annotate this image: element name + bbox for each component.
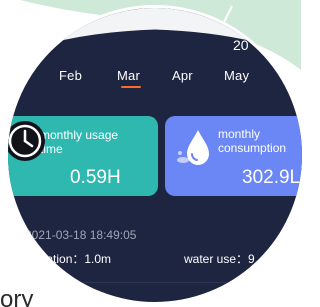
monthly-usage-label: monthly usage time: [40, 128, 119, 156]
monthly-consumption-label: monthly consumption: [218, 127, 287, 155]
monthly-consumption-card[interactable]: monthly consumption 302.9L: [165, 116, 302, 196]
clock-icon: [8, 121, 45, 161]
month-selector: Feb Mar Apr May: [8, 68, 302, 88]
year-label: 20: [233, 37, 249, 53]
month-tab-feb[interactable]: Feb: [59, 68, 82, 83]
record-timestamp: 2021-03-18 18:49:05: [25, 228, 137, 242]
watch-screen: 20 Feb Mar Apr May monthly usage time 0.…: [5, 5, 305, 305]
record-water-use: water use：9: [184, 252, 255, 266]
month-tab-mar[interactable]: Mar: [117, 68, 140, 83]
selected-month-indicator: [121, 86, 141, 88]
monthly-usage-value: 0.59H: [70, 167, 121, 188]
record-duration: duration：1.0m: [29, 252, 112, 266]
month-tab-apr[interactable]: Apr: [172, 68, 193, 83]
monthly-consumption-value: 302.9L: [242, 167, 301, 188]
record-divider: [8, 282, 302, 283]
water-drop-icon: [177, 130, 209, 165]
month-tab-may[interactable]: May: [224, 68, 249, 83]
